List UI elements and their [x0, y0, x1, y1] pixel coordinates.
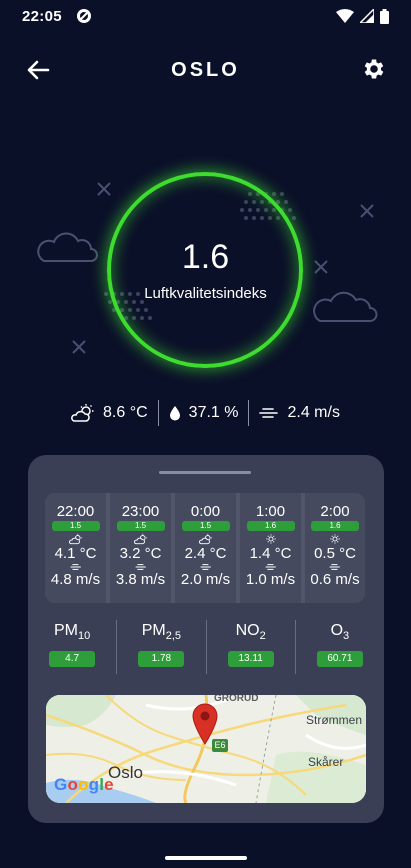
- wind-icon: [265, 564, 276, 570]
- partly-cloudy-icon: [198, 533, 212, 545]
- settings-gear-icon[interactable]: [361, 56, 387, 82]
- forecast-aqi-badge: 1.6: [311, 521, 359, 531]
- forecast-hour: 22:00 1.5 4.1 °C 4.8 m/s: [45, 493, 106, 603]
- drag-handle[interactable]: [159, 471, 251, 474]
- forecast-wind: 2.0 m/s: [180, 571, 231, 588]
- forecast-time: 0:00: [190, 503, 221, 520]
- status-bar: 22:05: [0, 0, 411, 32]
- pollutant-value-badge: 1.78: [138, 651, 185, 668]
- forecast-aqi-badge: 1.5: [181, 521, 230, 531]
- wind-item: 2.4 m/s: [249, 404, 349, 422]
- map-label-grorud: GRORUD: [214, 695, 259, 704]
- partly-cloudy-icon: [68, 533, 82, 545]
- pollutant-name: O3: [330, 622, 350, 643]
- forecast-time: 1:00: [255, 503, 286, 520]
- forecast-temp: 1.4 °C: [249, 545, 292, 562]
- forecast-aqi-badge: 1.5: [116, 521, 165, 531]
- gesture-nav-handle[interactable]: [165, 856, 247, 860]
- forecast-wind: 1.0 m/s: [245, 571, 296, 588]
- wind-icon: [329, 564, 340, 570]
- humidity-value: 37.1 %: [188, 404, 239, 421]
- forecast-temp: 0.5 °C: [314, 545, 356, 562]
- map-label-strommen: Strømmen: [306, 713, 363, 727]
- wind-value: 2.4 m/s: [287, 404, 340, 421]
- aqi-label: Luftkvalitetsindeks: [144, 285, 267, 302]
- forecast-aqi-badge: 1.6: [246, 521, 295, 531]
- google-logo: Google: [54, 775, 114, 794]
- pollutant-value-badge: 60.71: [316, 651, 363, 668]
- signal-icon: [360, 9, 374, 23]
- partly-cloudy-icon: [71, 404, 94, 422]
- forecast-aqi-badge: 1.5: [51, 521, 100, 531]
- pollutant-name: PM2,5: [141, 622, 182, 643]
- wifi-icon: [336, 9, 354, 23]
- status-time: 22:05: [22, 7, 62, 25]
- water-drop-icon: [169, 406, 180, 421]
- forecast-time: 22:00: [56, 503, 95, 520]
- location-map[interactable]: GRORUD Strømmen Skårer Oslo E6 Google: [46, 695, 366, 803]
- pollutant-name: NO2: [235, 622, 266, 643]
- location-pin-icon[interactable]: [192, 703, 218, 745]
- temperature-item: 8.6 °C: [61, 404, 158, 422]
- forecast-temp: 4.1 °C: [54, 545, 97, 562]
- decor-cross-icon: [97, 182, 111, 196]
- aqi-value: 1.6: [181, 238, 230, 276]
- pollutant-no2[interactable]: NO2 13.11: [207, 620, 296, 674]
- battery-icon: [380, 8, 389, 24]
- forecast-hour: 2:00 1.6 0.5 °C 0.6 m/s: [305, 493, 365, 603]
- sun-icon: [330, 534, 340, 544]
- decor-cross-icon: [360, 204, 374, 218]
- hourly-forecast[interactable]: 22:00 1.5 4.1 °C 4.8 m/s 23:00 1.5 3.2 °…: [45, 493, 365, 603]
- map-label-skarer: Skårer: [308, 755, 344, 769]
- forecast-temp: 2.4 °C: [184, 545, 227, 562]
- pollutant-value-badge: 4.7: [49, 651, 96, 668]
- pollutant-name: PM10: [54, 622, 91, 643]
- wind-icon: [259, 408, 279, 418]
- temperature-value: 8.6 °C: [103, 404, 148, 421]
- app-notification-icon: [76, 9, 91, 23]
- pollutant-pm25[interactable]: PM2,5 1.78: [117, 620, 207, 674]
- pollutant-pm10[interactable]: PM10 4.7: [28, 620, 118, 674]
- current-weather-row: 8.6 °C 37.1 % 2.4 m/s: [0, 398, 411, 428]
- forecast-hour: 1:00 1.6 1.4 °C 1.0 m/s: [240, 493, 301, 603]
- forecast-wind: 0.6 m/s: [310, 571, 360, 588]
- sun-icon: [265, 534, 276, 544]
- pollutant-o3[interactable]: O3 60.71: [296, 620, 384, 674]
- forecast-hour: 23:00 1.5 3.2 °C 3.8 m/s: [110, 493, 171, 603]
- forecast-temp: 3.2 °C: [119, 545, 162, 562]
- top-app-bar: OSLO: [0, 48, 411, 92]
- wind-icon: [135, 564, 146, 570]
- forecast-wind: 4.8 m/s: [50, 571, 101, 588]
- decor-cross-icon: [72, 340, 86, 354]
- forecast-hour: 0:00 1.5 2.4 °C 2.0 m/s: [175, 493, 236, 603]
- wind-icon: [70, 564, 81, 570]
- forecast-time: 2:00: [320, 503, 350, 520]
- humidity-item: 37.1 %: [159, 404, 249, 422]
- forecast-time: 23:00: [121, 503, 160, 520]
- forecast-wind: 3.8 m/s: [115, 571, 166, 588]
- partly-cloudy-icon: [133, 533, 147, 545]
- page-title: OSLO: [171, 59, 240, 81]
- pollutant-list: PM10 4.7 PM2,5 1.78 NO2 13.11 O3 60.71: [28, 620, 384, 674]
- aqi-hero: 1.6 Luftkvalitetsindeks: [0, 150, 411, 390]
- pollutant-value-badge: 13.11: [227, 651, 274, 668]
- details-panel: 22:00 1.5 4.1 °C 4.8 m/s 23:00 1.5 3.2 °…: [28, 455, 384, 823]
- wind-icon: [200, 564, 211, 570]
